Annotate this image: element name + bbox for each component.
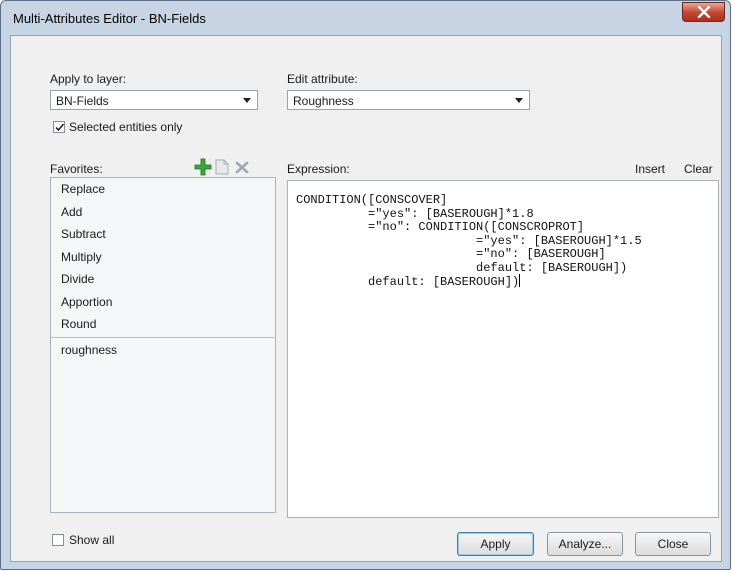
- apply-button-label: Apply: [480, 537, 511, 551]
- dialog-body: Apply to layer: BN-Fields Edit attribute…: [10, 35, 722, 562]
- delete-favorite-button[interactable]: [235, 161, 249, 177]
- expression-line-text: ="no": [BASEROUGH]: [296, 247, 606, 261]
- favorites-label: Favorites:: [50, 162, 103, 176]
- favorite-item[interactable]: Subtract: [51, 223, 275, 246]
- chevron-down-icon: [515, 98, 523, 103]
- expression-line-text: default: [BASEROUGH]): [296, 260, 628, 275]
- expression-line: default: [BASEROUGH]): [296, 274, 521, 289]
- layer-select[interactable]: BN-Fields: [50, 90, 258, 110]
- favorite-item[interactable]: Add: [51, 201, 275, 224]
- expression-label: Expression:: [287, 162, 350, 176]
- window-title: Multi-Attributes Editor - BN-Fields: [13, 11, 206, 26]
- expression-line-text: default: [BASEROUGH]): [296, 275, 520, 289]
- close-button-label: Close: [657, 537, 689, 551]
- close-button[interactable]: Close: [635, 532, 711, 556]
- expression-editor[interactable]: CONDITION([CONSCOVER] ="yes": [BASEROUGH…: [287, 180, 719, 518]
- insert-button[interactable]: Insert: [635, 162, 665, 176]
- favorite-item[interactable]: Round: [51, 313, 275, 336]
- favorites-list[interactable]: Replace Add Subtract Multiply Divide Apportio…: [50, 177, 276, 513]
- analyze-button[interactable]: Analyze...: [547, 532, 623, 556]
- selected-entities-checkbox[interactable]: [53, 121, 65, 133]
- edit-favorite-button[interactable]: [215, 159, 229, 178]
- document-icon: [215, 159, 229, 175]
- layer-select-value: BN-Fields: [56, 94, 109, 108]
- delete-icon: [235, 161, 249, 174]
- add-favorite-button[interactable]: [194, 158, 212, 179]
- apply-to-layer-label: Apply to layer:: [50, 72, 127, 86]
- apply-button[interactable]: Apply: [457, 532, 534, 556]
- expression-line: ="no": [BASEROUGH]: [296, 247, 606, 261]
- expression-line-text: ="yes": [BASEROUGH]*1.8: [296, 206, 534, 221]
- favorite-item[interactable]: Apportion: [51, 291, 275, 314]
- favorite-item[interactable]: Replace: [51, 178, 275, 201]
- text-caret: [519, 274, 521, 287]
- expression-line: ="no": CONDITION([CONSCROPROT]: [296, 220, 584, 234]
- editor-window: Multi-Attributes Editor - BN-Fields Appl…: [0, 0, 731, 570]
- favorite-item[interactable]: Divide: [51, 268, 275, 291]
- clear-button[interactable]: Clear: [684, 162, 713, 176]
- attribute-select-value: Roughness: [293, 94, 354, 108]
- window-close-button[interactable]: [682, 2, 725, 22]
- attribute-select[interactable]: Roughness: [287, 90, 530, 110]
- expression-line-text: CONDITION([CONSCOVER]: [296, 193, 448, 207]
- expression-line: ="yes": [BASEROUGH]*1.5: [296, 234, 642, 248]
- expression-line: CONDITION([CONSCOVER]: [296, 193, 447, 207]
- custom-favorite-item[interactable]: roughness: [51, 339, 275, 362]
- analyze-button-label: Analyze...: [558, 537, 612, 551]
- expression-line: default: [BASEROUGH]): [296, 261, 627, 275]
- expression-line: ="yes": [BASEROUGH]*1.8: [296, 207, 534, 221]
- show-all-checkbox[interactable]: [52, 534, 64, 546]
- show-all-label: Show all: [69, 533, 115, 547]
- close-icon: [697, 6, 711, 18]
- chevron-down-icon: [243, 98, 251, 103]
- edit-attribute-label: Edit attribute:: [287, 72, 358, 86]
- checkmark-icon: [55, 123, 65, 132]
- selected-entities-label: Selected entities only: [69, 120, 183, 134]
- expression-line-text: ="yes": [BASEROUGH]*1.5: [296, 233, 642, 248]
- expression-line-text: ="no": CONDITION([CONSCROPROT]: [296, 220, 585, 234]
- favorite-item[interactable]: Multiply: [51, 246, 275, 269]
- add-icon: [194, 158, 212, 176]
- title-bar[interactable]: Multi-Attributes Editor - BN-Fields: [1, 1, 730, 35]
- favorites-separator: [51, 336, 275, 338]
